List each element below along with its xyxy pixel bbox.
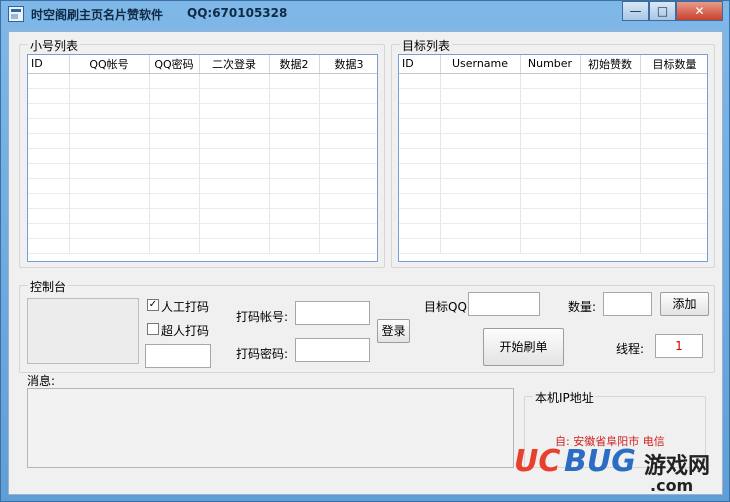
account-list-group: 小号列表 ID QQ帐号 QQ密码 二次登录 数据2 数据3	[19, 37, 385, 268]
threads-input[interactable]: 1	[655, 334, 703, 358]
console-label: 控制台	[28, 278, 69, 295]
account-grid[interactable]: ID QQ帐号 QQ密码 二次登录 数据2 数据3	[27, 54, 378, 262]
column-header-username[interactable]: Username	[440, 55, 521, 74]
watermark-uc: UC	[514, 444, 561, 479]
login-button[interactable]: 登录	[377, 319, 410, 343]
column-header-target-count[interactable]: 目标数量	[640, 55, 707, 74]
super-captcha-label[interactable]: 超人打码	[161, 322, 209, 339]
target-qq-label: 目标QQ:	[424, 300, 471, 314]
target-grid-body[interactable]	[399, 73, 707, 254]
watermark-bug: BUG	[564, 444, 636, 479]
window-title: 时空阁刷主页名片赞软件	[31, 8, 164, 22]
manual-captcha-checkbox[interactable]: ✓	[147, 299, 159, 311]
console-group: 控制台 ✓ 人工打码 超人打码 打码帐号: 打码密码: 登录 目标QQ: 开始刷…	[19, 278, 715, 373]
column-header-initial-likes[interactable]: 初始赞数	[580, 55, 641, 74]
account-grid-body[interactable]	[28, 73, 377, 254]
minimize-button[interactable]: —	[622, 1, 649, 21]
column-header-qq-account[interactable]: QQ帐号	[69, 55, 150, 74]
target-list-label: 目标列表	[400, 37, 453, 54]
title-bar[interactable]: 时空阁刷主页名片赞软件 QQ:670105328 — □ ✕	[1, 1, 729, 27]
account-list-label: 小号列表	[28, 37, 81, 54]
messages-label: 消息:	[27, 374, 56, 388]
messages-box[interactable]	[27, 388, 514, 468]
close-button[interactable]: ✕	[676, 1, 723, 21]
start-button[interactable]: 开始刷单	[483, 328, 564, 366]
column-header-data2[interactable]: 数据2	[269, 55, 320, 74]
column-header-second-login[interactable]: 二次登录	[199, 55, 270, 74]
column-header-data3[interactable]: 数据3	[319, 55, 377, 74]
target-list-group: 目标列表 ID Username Number 初始赞数 目标数量	[391, 37, 715, 268]
count-label: 数量:	[568, 300, 597, 314]
column-header-id[interactable]: ID	[399, 55, 441, 74]
app-window: 时空阁刷主页名片赞软件 QQ:670105328 — □ ✕ 小号列表 ID Q…	[0, 0, 730, 502]
app-icon	[8, 6, 24, 22]
maximize-button[interactable]: □	[649, 1, 676, 21]
count-input[interactable]	[603, 292, 652, 316]
column-header-id[interactable]: ID	[28, 55, 70, 74]
captcha-account-label: 打码帐号:	[236, 310, 289, 324]
captcha-input[interactable]	[145, 344, 211, 368]
threads-label: 线程:	[616, 342, 645, 356]
watermark-logo: UC BUG 游戏网 .com	[514, 444, 719, 496]
target-grid[interactable]: ID Username Number 初始赞数 目标数量	[398, 54, 708, 262]
column-header-qq-password[interactable]: QQ密码	[149, 55, 200, 74]
local-ip-label: 本机IP地址	[533, 389, 596, 406]
captcha-account-input[interactable]	[295, 301, 370, 325]
watermark-domain: .com	[650, 476, 694, 495]
super-captcha-checkbox[interactable]	[147, 323, 159, 335]
captcha-password-input[interactable]	[295, 338, 370, 362]
add-button[interactable]: 添加	[660, 292, 709, 316]
client-area: 小号列表 ID QQ帐号 QQ密码 二次登录 数据2 数据3 目标列表 ID U…	[8, 31, 723, 495]
column-header-number[interactable]: Number	[520, 55, 581, 74]
window-title-qq: QQ:670105328	[187, 6, 288, 20]
target-qq-input[interactable]	[468, 292, 540, 316]
captcha-password-label: 打码密码:	[236, 347, 289, 361]
manual-captcha-label[interactable]: 人工打码	[161, 298, 209, 315]
captcha-image-box	[27, 298, 139, 364]
